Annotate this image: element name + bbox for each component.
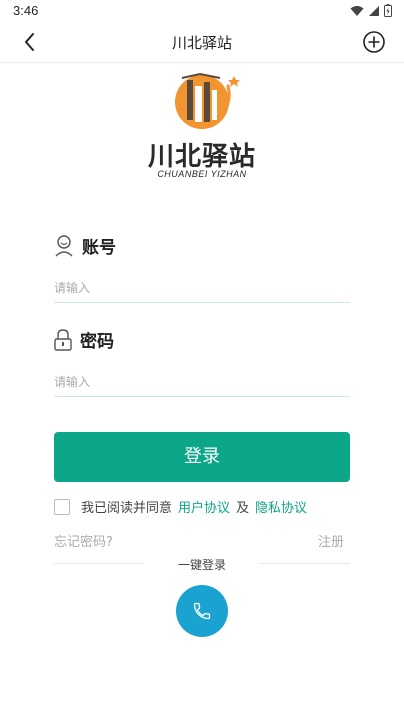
account-input[interactable] (54, 274, 350, 303)
app-logo: 川北驿站 CHUANBEI YIZHAN (140, 68, 264, 186)
phone-icon (193, 602, 211, 620)
quick-login-label: 一键登录 (177, 558, 226, 572)
wifi-icon (350, 5, 364, 16)
user-icon (55, 234, 73, 257)
add-button[interactable] (362, 30, 386, 54)
logo-emblem-icon (175, 72, 240, 129)
status-bar: 3:46 (0, 0, 404, 22)
plus-circle-icon (363, 31, 385, 53)
password-input[interactable] (54, 368, 350, 397)
battery-icon (384, 4, 392, 17)
forgot-password-link[interactable]: 忘记密码? (54, 531, 113, 550)
account-label: 账号 (54, 233, 116, 258)
agreement-row: 我已阅读并同意 用户协议 及 隐私协议 (54, 497, 307, 516)
agreement-text: 我已阅读并同意 (81, 501, 173, 516)
privacy-policy-link[interactable]: 隐私协议 (255, 497, 307, 516)
quick-login-button[interactable] (176, 585, 228, 637)
page-title: 川北驿站 (171, 34, 232, 52)
password-label-text: 密码 (80, 332, 114, 352)
login-button[interactable]: 登录 (54, 432, 350, 482)
account-label-text: 账号 (82, 238, 116, 258)
signal-icon (369, 5, 379, 16)
password-label: 密码 (54, 327, 114, 352)
agreement-checkbox[interactable] (54, 498, 70, 515)
user-agreement-link[interactable]: 用户协议 (178, 497, 230, 516)
register-link[interactable]: 注册 (318, 531, 344, 550)
status-time: 3:46 (13, 3, 39, 18)
agreement-and-text: 及 (236, 501, 250, 516)
logo-name-en: CHUANBEI YIZHAN (157, 169, 247, 179)
logo-name-cn: 川北驿站 (147, 142, 256, 172)
lock-icon (54, 328, 72, 351)
nav-bar: 川北驿站 (0, 22, 404, 63)
status-icons (350, 4, 392, 17)
